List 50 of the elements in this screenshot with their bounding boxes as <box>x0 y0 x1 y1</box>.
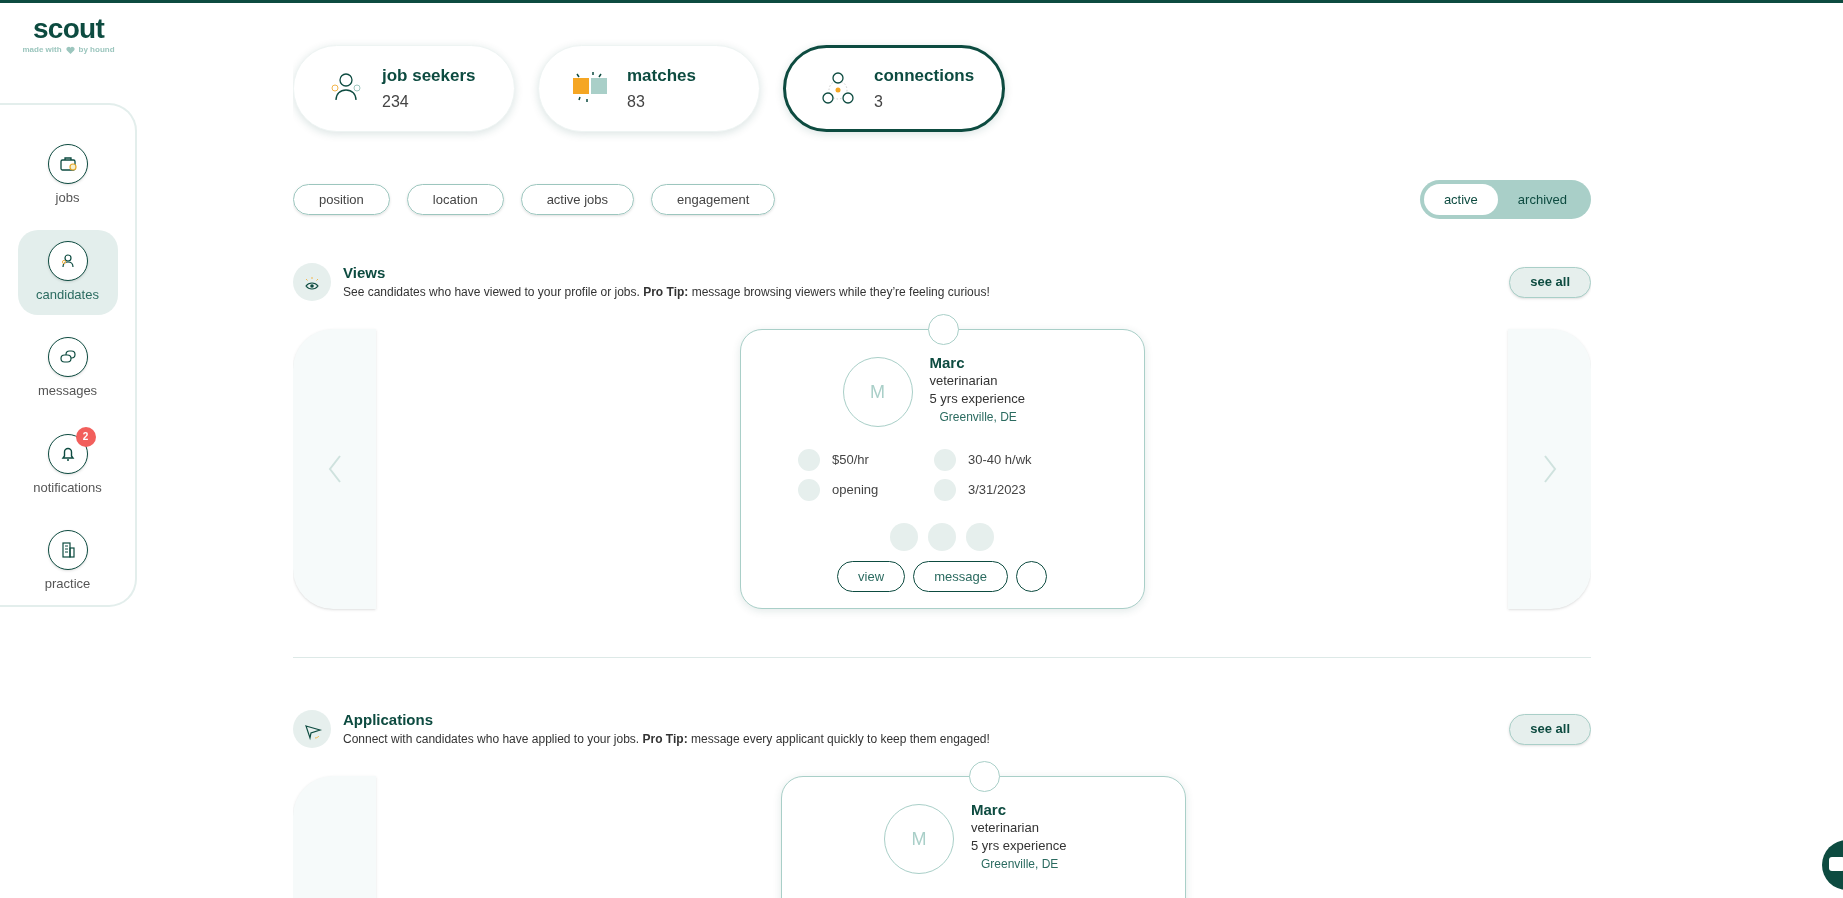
stat-label: connections <box>874 64 975 87</box>
nav-item[interactable]: candidates <box>17 229 118 316</box>
notification-badge: 2 <box>75 426 96 447</box>
stat-count: 3 <box>874 92 884 113</box>
previous-panel[interactable] <box>293 329 376 609</box>
section-title: Applications <box>343 710 434 730</box>
candidate-detail: 3/31/2023 <box>968 481 1026 500</box>
person-icon <box>47 240 88 281</box>
logo-wordmark: scout <box>32 14 105 44</box>
candidate-role: veterinarian <box>971 819 1040 837</box>
bell-icon <box>47 433 88 474</box>
chevron-left-icon <box>327 454 342 484</box>
briefcase-icon <box>47 144 88 185</box>
candidate-experience: 5 yrs experience <box>929 390 1025 408</box>
tagline-text: made with <box>22 44 62 56</box>
section-description: See candidates who have viewed to your profile or jobs. Pro Tip: message browsing viewers while they’re feeling curious! <box>343 284 991 301</box>
stat-card[interactable]: matches 83 <box>538 45 760 132</box>
section-title: Views <box>343 263 387 283</box>
see-all-button[interactable]: see all <box>1509 266 1591 298</box>
candidate-detail: opening <box>832 481 879 500</box>
stat-label: matches <box>627 64 696 87</box>
candidate-name: Marc <box>929 354 966 372</box>
stat-card[interactable]: connections 3 <box>783 45 1005 132</box>
see-all-button[interactable]: see all <box>1509 713 1591 745</box>
section-description: Connect with candidates who have applied to your jobs. Pro Tip: message every applicant quickly to keep them engaged! <box>343 731 991 748</box>
candidate-detail: 30-40 h/wk <box>968 451 1032 470</box>
stat-count: 83 <box>627 92 646 113</box>
building-icon <box>47 530 88 571</box>
next-panel[interactable] <box>1508 329 1591 609</box>
nav-item[interactable]: jobs <box>17 133 118 219</box>
paper-plane-icon <box>293 710 331 748</box>
nav-item[interactable]: practice <box>17 519 118 605</box>
nav-item[interactable]: messages <box>17 326 118 412</box>
chat-icon <box>47 337 88 378</box>
candidate-role: veterinarian <box>929 372 999 390</box>
stat-count: 234 <box>382 92 410 113</box>
candidate-detail: $50/hr <box>832 451 869 470</box>
candidate-location: Greenville, DE <box>938 409 1018 426</box>
candidate-name: Marc <box>971 801 1008 819</box>
heart-icon <box>65 46 75 54</box>
chevron-right-icon <box>1542 454 1557 484</box>
candidate-location: Greenville, DE <box>980 856 1060 873</box>
nav-item[interactable]: 2 notifications <box>17 422 118 509</box>
stat-card[interactable]: job seekers 234 <box>293 45 515 132</box>
toggle-option[interactable]: active <box>1423 184 1498 215</box>
candidate-experience: 5 yrs experience <box>971 837 1067 855</box>
tagline-text: by hound <box>78 44 115 56</box>
toggle-option[interactable]: archived <box>1497 184 1587 215</box>
stat-label: job seekers <box>382 64 476 87</box>
eye-icon <box>293 263 331 301</box>
